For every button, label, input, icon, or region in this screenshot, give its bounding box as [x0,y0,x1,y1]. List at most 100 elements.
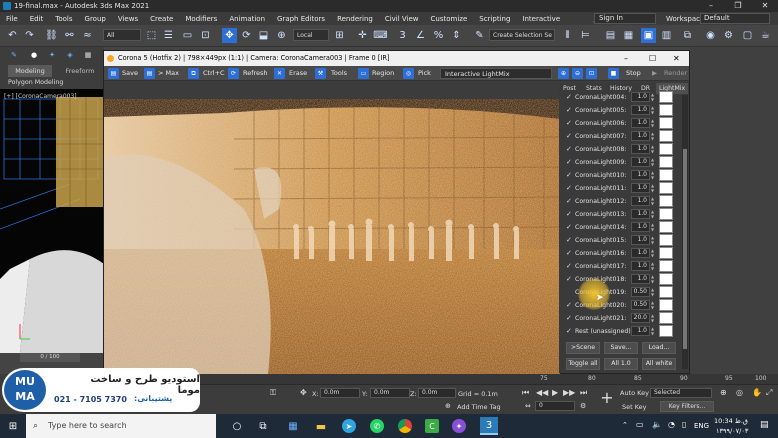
intensity-spinner[interactable]: ▲ ▼ [651,105,655,115]
light-intensity-field[interactable]: 1.0 [631,235,650,245]
light-intensity-field[interactable]: 1.0 [631,170,650,180]
light-color-swatch[interactable] [659,273,673,285]
toggle-all-button[interactable]: Toggle all [566,358,600,370]
load-lightmix-button[interactable]: Load... [642,342,676,354]
toggle-layer-explorer-icon[interactable]: ▦ [621,28,636,43]
light-enable-checkbox[interactable]: ✓ [566,197,573,205]
placement-icon[interactable]: ⊕ [274,28,289,43]
light-enable-checkbox[interactable]: ✓ [566,158,573,166]
sphere-icon[interactable]: ● [28,49,40,61]
time-slider[interactable]: 0 / 100 [20,353,80,362]
intensity-spinner[interactable]: ▲ ▼ [651,274,655,284]
tab-modeling[interactable]: Modeling [8,65,52,77]
stop-button[interactable]: Stop [626,68,641,79]
light-color-swatch[interactable] [659,325,673,337]
light-color-swatch[interactable] [659,312,673,324]
window-crossing-icon[interactable]: ⊡ [198,28,213,43]
tools-icon[interactable]: ⚒ [315,68,326,79]
render-mode-dropdown[interactable]: Interactive LightMix [440,68,552,79]
render-button[interactable]: Render [664,68,687,79]
light-enable-checkbox[interactable]: ✓ [566,301,573,309]
intensity-spinner[interactable]: ▲ ▼ [651,235,655,245]
erase-button[interactable]: Erase [289,68,307,79]
reference-coordinate-dropdown[interactable]: Local [293,29,329,41]
selection-filter-dropdown[interactable]: All [103,29,141,41]
battery-icon[interactable]: ▯ [682,420,686,429]
paint-icon[interactable]: ✎ [8,49,20,61]
light-enable-checkbox[interactable]: ✓ [566,93,573,101]
key-filters-button[interactable]: Key Filters... [660,401,714,412]
time-tag-icon[interactable]: ⊕ [445,402,451,410]
pick-button[interactable]: Pick [418,68,431,79]
vfb-maximize-button[interactable]: ☐ [649,51,656,66]
select-by-name-icon[interactable]: ☰ [161,28,176,43]
refresh-icon[interactable]: ⟳ [228,68,239,79]
save-button[interactable]: Save [122,68,138,79]
render-setup-icon[interactable]: ⚙ [721,28,736,43]
play-icon[interactable]: ▶ [552,388,558,397]
maximize-button[interactable]: ❐ [727,0,749,12]
light-color-swatch[interactable] [659,260,673,272]
zoom-fit-icon[interactable]: ⊡ [586,68,597,79]
refresh-button[interactable]: Refresh [243,68,268,79]
light-intensity-field[interactable]: 0.50 [631,300,650,310]
add-time-tag[interactable]: Add Time Tag [457,403,501,411]
undo-icon[interactable]: ↶ [5,28,20,43]
light-intensity-field[interactable]: 20.0 [631,313,650,323]
intensity-spinner[interactable]: ▲ ▼ [651,183,655,193]
render-image[interactable] [104,99,560,405]
select-and-manipulate-icon[interactable]: ✛ [355,28,370,43]
light-enable-checkbox[interactable]: ✓ [566,275,573,283]
3dsmax-taskbar-icon[interactable]: 3 [480,417,498,435]
wifi-icon[interactable]: ◔ [668,420,675,429]
app-purple-icon[interactable]: ✦ [452,419,466,433]
intensity-spinner[interactable]: ▲ ▼ [651,118,655,128]
light-color-swatch[interactable] [659,117,673,129]
light-color-swatch[interactable] [659,130,673,142]
clock-time[interactable]: 10:34 ق.ظ [714,417,748,425]
intensity-spinner[interactable]: ▲ ▼ [651,170,655,180]
go-to-end-icon[interactable]: ⏭ [580,388,587,398]
material-editor-icon[interactable]: ◉ [703,28,718,43]
light-intensity-field[interactable]: 1.0 [631,105,650,115]
polygon-modeling-label[interactable]: Polygon Modeling [8,78,63,88]
vfb-close-button[interactable]: ✕ [673,51,680,66]
intensity-spinner[interactable]: ▲ ▼ [651,300,655,310]
current-frame-field[interactable]: 0 [535,401,575,411]
all-one-button[interactable]: All 1.0 [604,358,638,370]
render-production-icon[interactable]: ☕ [758,28,773,43]
next-frame-icon[interactable]: ▶▶ [563,388,575,397]
timeline-ruler[interactable]: 75 80 85 90 95 100 [200,374,778,385]
light-color-swatch[interactable] [659,182,673,194]
light-enable-checkbox[interactable] [566,288,573,296]
light-enable-checkbox[interactable]: ✓ [566,249,573,257]
zoom-extents-icon[interactable]: ⊕ [720,388,727,397]
go-to-start-icon[interactable]: ⏮ [522,388,529,398]
clock-date[interactable]: ۱۳۹۹/۰۷/۰۳ [716,427,748,435]
auto-key-button[interactable]: Auto Key [620,389,649,397]
copy-icon[interactable]: ⧉ [188,68,199,79]
network-icon[interactable]: ▭ [636,420,644,429]
vfb-minimize-button[interactable]: – [624,51,628,66]
light-color-swatch[interactable] [659,234,673,246]
volume-icon[interactable]: 🔈 [652,420,662,429]
move-icon[interactable]: ✥ [222,28,237,43]
menu-tools[interactable]: Tools [49,15,78,23]
link-icon[interactable]: ⛓ [44,28,59,43]
camera-icon[interactable]: ◈ [64,49,76,61]
menu-file[interactable]: File [0,15,24,23]
percent-snap-icon[interactable]: % [431,28,446,43]
workspace-dropdown[interactable]: Default [700,13,770,24]
menu-civil-view[interactable]: Civil View [379,15,425,23]
light-intensity-field[interactable]: 1.0 [631,118,650,128]
grid-icon[interactable]: ▦ [82,49,94,61]
light-intensity-field[interactable]: 1.0 [631,326,650,336]
scrollbar-thumb[interactable] [683,149,687,349]
light-intensity-field[interactable]: 1.0 [631,209,650,219]
light-enable-checkbox[interactable]: ✓ [566,262,573,270]
light-enable-checkbox[interactable]: ✓ [566,223,573,231]
sign-in-dropdown[interactable]: Sign In [594,13,656,24]
light-intensity-field[interactable]: 1.0 [631,248,650,258]
zoom-in-icon[interactable]: ⊕ [558,68,569,79]
orbit-icon[interactable]: ◎ [736,388,743,397]
